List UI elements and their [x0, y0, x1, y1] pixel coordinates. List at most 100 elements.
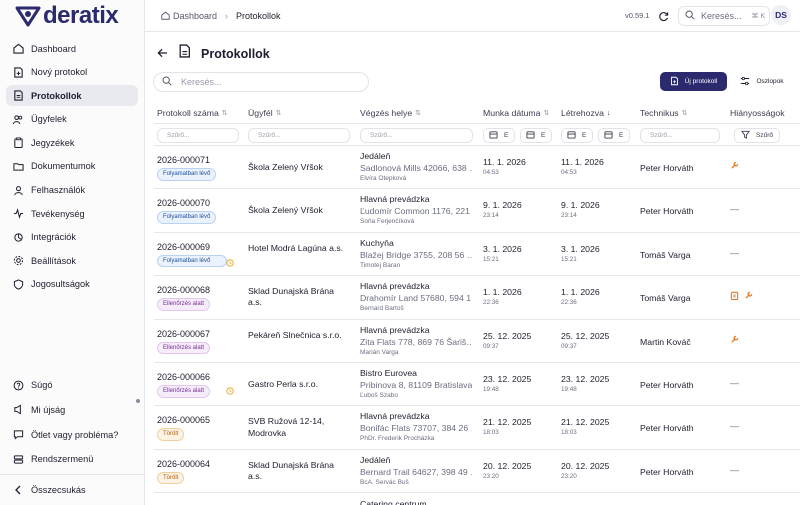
sidebar-item-registers[interactable]: Jegyzékek: [6, 132, 138, 153]
sidebar-item-activity[interactable]: Tevékenység: [6, 203, 138, 224]
back-arrow-icon[interactable]: [157, 45, 168, 63]
location-name: Hlavná prevádzka: [360, 281, 430, 292]
protocol-number[interactable]: 2026-000066: [157, 372, 210, 382]
table-row[interactable]: 2026-000066 Ellenőrzés alatt Gastro Perl…: [154, 363, 800, 407]
work-date: 11. 1. 2026: [483, 157, 526, 167]
filter-work-date-from[interactable]: E: [483, 128, 515, 143]
sidebar-item-permissions[interactable]: Jogosultságok: [6, 274, 138, 295]
filter-created-to[interactable]: E: [598, 128, 630, 143]
client-name: Sklad Dunajská Brána a.s.: [248, 286, 334, 308]
column-header-client[interactable]: Ügyfél ⇅: [248, 108, 282, 118]
column-header-work-date[interactable]: Munka dátuma ⇅: [483, 108, 549, 118]
sidebar-item-label: Jegyzékek: [31, 137, 75, 148]
table-row[interactable]: 2026-000067 Ellenőrzés alatt Pekáreň Sln…: [154, 320, 800, 363]
location-cell: Kuchyňa Blažej Bridge 3755, 208 56 … Tim…: [360, 238, 472, 269]
logo[interactable]: deratix: [0, 0, 144, 32]
filter-issues-button[interactable]: Szűrő: [734, 128, 780, 143]
work-date: 3. 1. 2026: [483, 243, 522, 254]
protocol-number[interactable]: 2026-000067: [157, 329, 210, 339]
column-label: Technikus: [640, 108, 679, 118]
protocol-number-cell: 2026-000071 Folyamatban lévő: [157, 155, 217, 181]
sidebar-item-help[interactable]: Súgó: [6, 374, 138, 396]
status-badge: Törölt: [157, 428, 185, 441]
sidebar-item-news[interactable]: Mi újság: [6, 399, 138, 421]
issues-cell: [730, 161, 739, 172]
table-row[interactable]: 2026-000071 Folyamatban lévő Škola Zelen…: [154, 146, 800, 190]
protocol-number-cell: 2026-000066 Ellenőrzés alatt: [157, 372, 210, 398]
filter-technician-input[interactable]: Szűrő...: [640, 128, 720, 143]
table-row[interactable]: 2026-000065 Törölt SVB Ružová 12-14, Mod…: [154, 406, 800, 450]
sidebar-item-feedback[interactable]: Ötlet vagy probléma?: [6, 424, 138, 446]
issues-cell: —: [730, 421, 739, 431]
filter-work-date-to[interactable]: E: [520, 128, 552, 143]
protocol-number-cell: 2026-000068 Ellenőrzés alatt: [157, 285, 210, 311]
sidebar-item-label: Dashboard: [31, 43, 76, 54]
table-row[interactable]: 2026-000069 Folyamatban lévő Hotel Modrá…: [154, 233, 800, 277]
filter-number-input[interactable]: Szűrő...: [157, 128, 239, 143]
sidebar-item-documents[interactable]: Dokumentumok: [6, 156, 138, 177]
created-date: 9. 1. 2026: [561, 200, 600, 211]
table-row[interactable]: 2026-000064 Törölt Sklad Dunajská Brána …: [154, 450, 800, 494]
breadcrumb-home[interactable]: Dashboard: [173, 11, 217, 21]
calendar-icon: [567, 130, 576, 141]
created-date: 25. 12. 2025: [561, 330, 610, 341]
protocol-number[interactable]: 2026-000064: [157, 459, 210, 469]
divider: [0, 474, 144, 476]
sidebar-item-settings[interactable]: Beállítások: [6, 250, 138, 271]
protocol-number[interactable]: 2026-000069: [157, 242, 227, 252]
page-title: Protokollok: [201, 46, 270, 61]
filter-client-input[interactable]: Szűrő...: [248, 128, 350, 143]
table-row[interactable]: 2026-000068 Ellenőrzés alatt Sklad Dunaj…: [154, 276, 800, 320]
location-name: Jedáleň: [360, 151, 391, 161]
sidebar-item-integrations[interactable]: Integrációk: [6, 227, 138, 248]
filter-row: Szűrő... Szűrő... Szűrő... E E E E Szűrő…: [154, 124, 800, 146]
new-protocol-button[interactable]: Új protokoll: [660, 72, 727, 91]
sidebar-item-clients[interactable]: Ügyfelek: [6, 109, 138, 130]
search-input[interactable]: Keresés...: [153, 72, 369, 92]
protocol-number[interactable]: 2026-000070: [157, 198, 216, 208]
protocol-number[interactable]: 2026-000065: [157, 415, 210, 425]
main-content: Dashboard › Protokollok v0.59.1 Keresés.…: [145, 0, 800, 505]
work-time: 23:14: [483, 212, 499, 220]
work-date-cell: 11. 1. 2026 04:53: [483, 157, 526, 176]
sidebar-item-system-menu[interactable]: Rendszermenü: [6, 448, 138, 470]
avatar[interactable]: DS: [771, 5, 791, 25]
sidebar-item-users[interactable]: Felhasználók: [6, 180, 138, 201]
table-row[interactable]: 2026-000070 Folyamatban lévő Škola Zelen…: [154, 189, 800, 233]
location-name: Catering centrum: [360, 499, 427, 505]
column-header-number[interactable]: Protokoll száma ⇅: [157, 108, 228, 118]
column-header-created[interactable]: Létrehozva ↓: [561, 108, 610, 118]
filter-created-from[interactable]: E: [561, 128, 593, 143]
status-badge: Ellenőrzés alatt: [157, 298, 211, 311]
sort-icon: ⇅: [543, 110, 550, 117]
work-date-cell: 25. 12. 2025 09:37: [483, 331, 531, 350]
protocol-number[interactable]: 2026-000071: [157, 155, 216, 165]
table-row[interactable]: Catering centrum: [154, 493, 800, 505]
sidebar-item-protocols[interactable]: Protokollok: [6, 85, 138, 107]
filter-icon: [741, 130, 750, 141]
column-header-technician[interactable]: Technikus ⇅: [640, 108, 688, 118]
sidebar-item-dashboard[interactable]: Dashboard: [6, 38, 138, 59]
column-header-location[interactable]: Végzés helye ⇅: [360, 108, 421, 118]
location-cell: Jedáleň Sadlonová Mills 42066, 638 … Elv…: [360, 151, 472, 182]
sidebar-item-new-protocol[interactable]: Nový protokol: [6, 62, 138, 83]
column-label: Hiányosságok: [730, 108, 785, 118]
clipboard-icon: [730, 291, 739, 302]
status-label: Folyamatban lévő: [163, 171, 211, 177]
chevron-right-icon: ›: [225, 10, 229, 21]
sidebar-item-label: Mi újság: [31, 404, 66, 415]
protocol-number[interactable]: 2026-000068: [157, 285, 210, 295]
filter-location-input[interactable]: Szűrő...: [360, 128, 473, 143]
columns-button[interactable]: Oszlopok: [733, 72, 791, 91]
protocol-number-cell: 2026-000070 Folyamatban lévő: [157, 198, 217, 224]
no-issues-dash: —: [730, 421, 739, 432]
global-search[interactable]: Keresés... ⌘ K: [678, 6, 770, 26]
breadcrumb: Dashboard › Protokollok: [161, 11, 281, 21]
location-address: Drahomír Land 57680, 594 1…: [360, 293, 472, 304]
column-label: Munka dátuma: [483, 108, 541, 118]
status-label: Folyamatban lévő: [163, 214, 211, 221]
collapse-sidebar-button[interactable]: Összecsukás: [6, 479, 138, 501]
refresh-icon[interactable]: [658, 9, 669, 27]
column-header-issues[interactable]: Hiányosságok: [730, 108, 785, 118]
location-address: Blažej Bridge 3755, 208 56 …: [360, 249, 472, 260]
